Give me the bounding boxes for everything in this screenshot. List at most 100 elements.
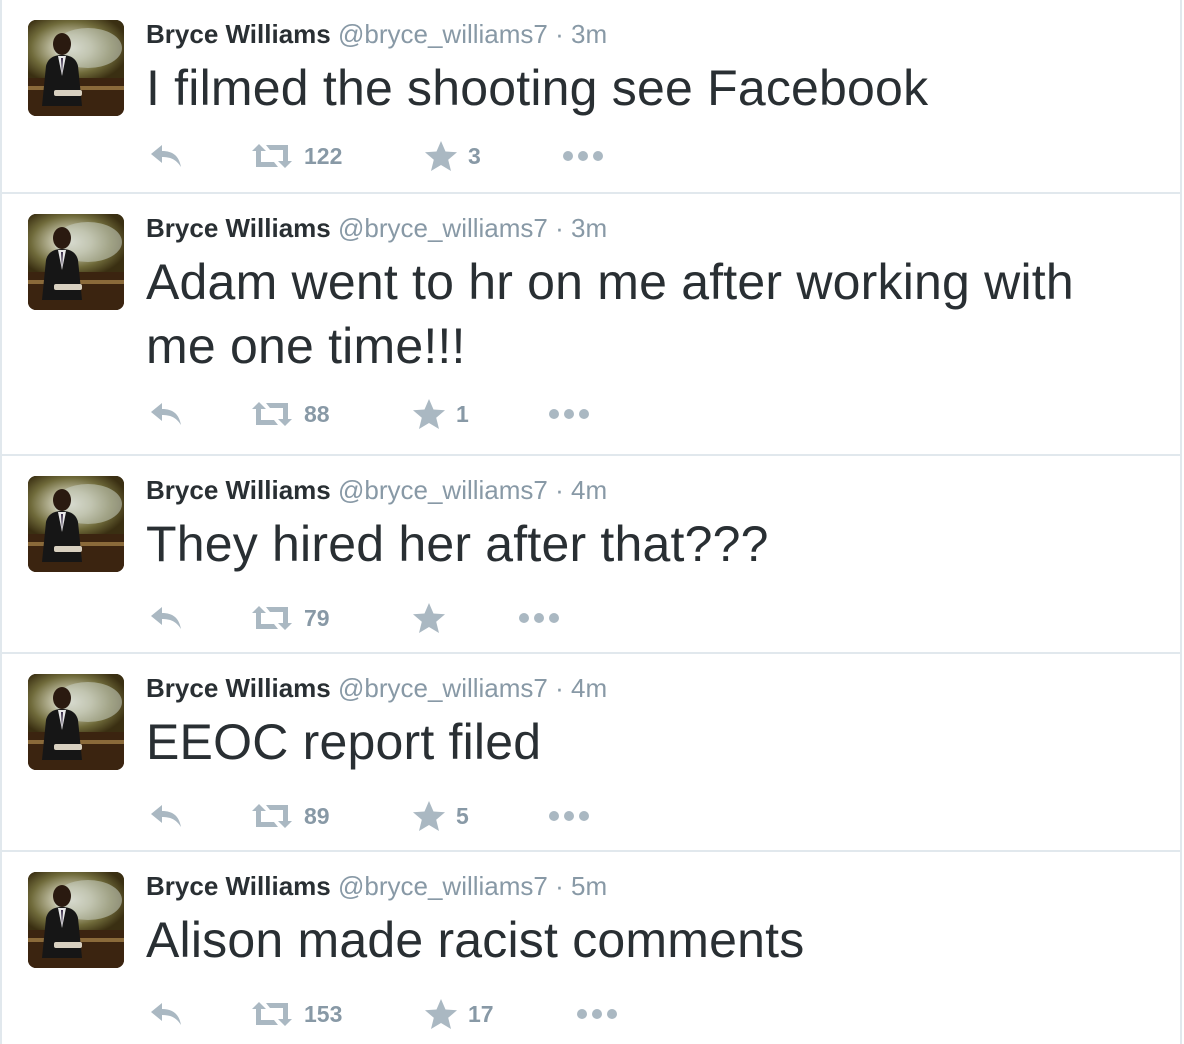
- author-username[interactable]: @bryce_williams7: [338, 475, 548, 505]
- tweet-text: Alison made racist comments: [146, 912, 805, 968]
- more-dots-icon: [548, 407, 590, 421]
- separator: ·: [555, 475, 564, 505]
- tweet-text: Adam went to hr on me after working with…: [146, 254, 1074, 374]
- reply-button[interactable]: [148, 138, 184, 174]
- retweet-button[interactable]: 88: [250, 396, 330, 432]
- timestamp[interactable]: 5m: [571, 871, 607, 901]
- favorite-count: 5: [456, 802, 469, 829]
- star-icon: [412, 398, 446, 430]
- more-dots-icon: [562, 149, 604, 163]
- more-button[interactable]: [562, 138, 604, 174]
- retweet-icon: [250, 802, 294, 830]
- more-button[interactable]: [576, 996, 618, 1032]
- tweet-text: EEOC report filed: [146, 714, 542, 770]
- separator: ·: [555, 673, 564, 703]
- retweet-count: 122: [304, 142, 343, 169]
- tweet-header: Bryce Williams @bryce_williams7 · 3m: [146, 18, 607, 50]
- reply-icon: [148, 604, 184, 632]
- more-button[interactable]: [548, 798, 590, 834]
- separator: ·: [555, 871, 564, 901]
- retweet-count: 153: [304, 1000, 343, 1027]
- more-button[interactable]: [518, 600, 560, 636]
- reply-icon: [148, 1000, 184, 1028]
- avatar[interactable]: [28, 476, 124, 572]
- favorite-button[interactable]: [412, 600, 446, 636]
- favorite-count: 3: [468, 142, 481, 169]
- avatar-image: [28, 872, 124, 968]
- avatar-image: [28, 674, 124, 770]
- avatar-image: [28, 20, 124, 116]
- avatar-image: [28, 476, 124, 572]
- retweet-button[interactable]: 79: [250, 600, 330, 636]
- tweet-actions: 79: [146, 600, 746, 636]
- star-icon: [424, 998, 458, 1030]
- author-name[interactable]: Bryce Williams: [146, 475, 331, 505]
- more-button[interactable]: [548, 396, 590, 432]
- author-name[interactable]: Bryce Williams: [146, 19, 331, 49]
- retweet-icon: [250, 142, 294, 170]
- retweet-icon: [250, 1000, 294, 1028]
- tweet-timeline: Bryce Williams @bryce_williams7 · 3m I f…: [0, 0, 1182, 1044]
- author-username[interactable]: @bryce_williams7: [338, 213, 548, 243]
- tweet-header: Bryce Williams @bryce_williams7 · 4m: [146, 474, 607, 506]
- retweet-icon: [250, 604, 294, 632]
- tweet-actions: 122 3: [146, 138, 746, 174]
- separator: ·: [555, 19, 564, 49]
- favorite-count: 17: [468, 1000, 494, 1027]
- timestamp[interactable]: 4m: [571, 673, 607, 703]
- retweet-button[interactable]: 122: [250, 138, 342, 174]
- tweet-actions: 88 1: [146, 396, 746, 432]
- tweet-actions: 89 5: [146, 798, 746, 834]
- reply-icon: [148, 400, 184, 428]
- author-name[interactable]: Bryce Williams: [146, 673, 331, 703]
- author-username[interactable]: @bryce_williams7: [338, 673, 548, 703]
- author-username[interactable]: @bryce_williams7: [338, 871, 548, 901]
- retweet-button[interactable]: 89: [250, 798, 330, 834]
- star-icon: [424, 140, 458, 172]
- more-dots-icon: [576, 1007, 618, 1021]
- retweet-count: 88: [304, 400, 330, 427]
- author-name[interactable]: Bryce Williams: [146, 871, 331, 901]
- reply-button[interactable]: [148, 600, 184, 636]
- author-name[interactable]: Bryce Williams: [146, 213, 331, 243]
- tweet-header: Bryce Williams @bryce_williams7 · 4m: [146, 672, 607, 704]
- reply-icon: [148, 802, 184, 830]
- more-dots-icon: [518, 611, 560, 625]
- retweet-count: 79: [304, 604, 330, 631]
- favorite-button[interactable]: 17: [424, 996, 494, 1032]
- avatar[interactable]: [28, 872, 124, 968]
- author-username[interactable]: @bryce_williams7: [338, 19, 548, 49]
- retweet-count: 89: [304, 802, 330, 829]
- tweet[interactable]: Bryce Williams @bryce_williams7 · 4m The…: [2, 456, 1180, 654]
- favorite-button[interactable]: 1: [412, 396, 469, 432]
- favorite-button[interactable]: 3: [424, 138, 481, 174]
- timestamp[interactable]: 3m: [571, 213, 607, 243]
- reply-button[interactable]: [148, 798, 184, 834]
- avatar-image: [28, 214, 124, 310]
- reply-button[interactable]: [148, 996, 184, 1032]
- separator: ·: [555, 213, 564, 243]
- tweet-text: They hired her after that???: [146, 516, 769, 572]
- tweet[interactable]: Bryce Williams @bryce_williams7 · 3m I f…: [2, 0, 1180, 194]
- reply-icon: [148, 142, 184, 170]
- tweet-text: I filmed the shooting see Facebook: [146, 60, 929, 116]
- more-dots-icon: [548, 809, 590, 823]
- tweet-header: Bryce Williams @bryce_williams7 · 5m: [146, 870, 607, 902]
- tweet-actions: 153 17: [146, 996, 746, 1032]
- avatar[interactable]: [28, 20, 124, 116]
- favorite-button[interactable]: 5: [412, 798, 469, 834]
- favorite-count: 1: [456, 400, 469, 427]
- retweet-icon: [250, 400, 294, 428]
- star-icon: [412, 800, 446, 832]
- tweet[interactable]: Bryce Williams @bryce_williams7 · 5m Ali…: [2, 852, 1180, 1044]
- timestamp[interactable]: 4m: [571, 475, 607, 505]
- avatar[interactable]: [28, 674, 124, 770]
- tweet-header: Bryce Williams @bryce_williams7 · 3m: [146, 212, 607, 244]
- reply-button[interactable]: [148, 396, 184, 432]
- star-icon: [412, 602, 446, 634]
- avatar[interactable]: [28, 214, 124, 310]
- timestamp[interactable]: 3m: [571, 19, 607, 49]
- retweet-button[interactable]: 153: [250, 996, 342, 1032]
- tweet[interactable]: Bryce Williams @bryce_williams7 · 3m Ada…: [2, 194, 1180, 456]
- tweet[interactable]: Bryce Williams @bryce_williams7 · 4m EEO…: [2, 654, 1180, 852]
